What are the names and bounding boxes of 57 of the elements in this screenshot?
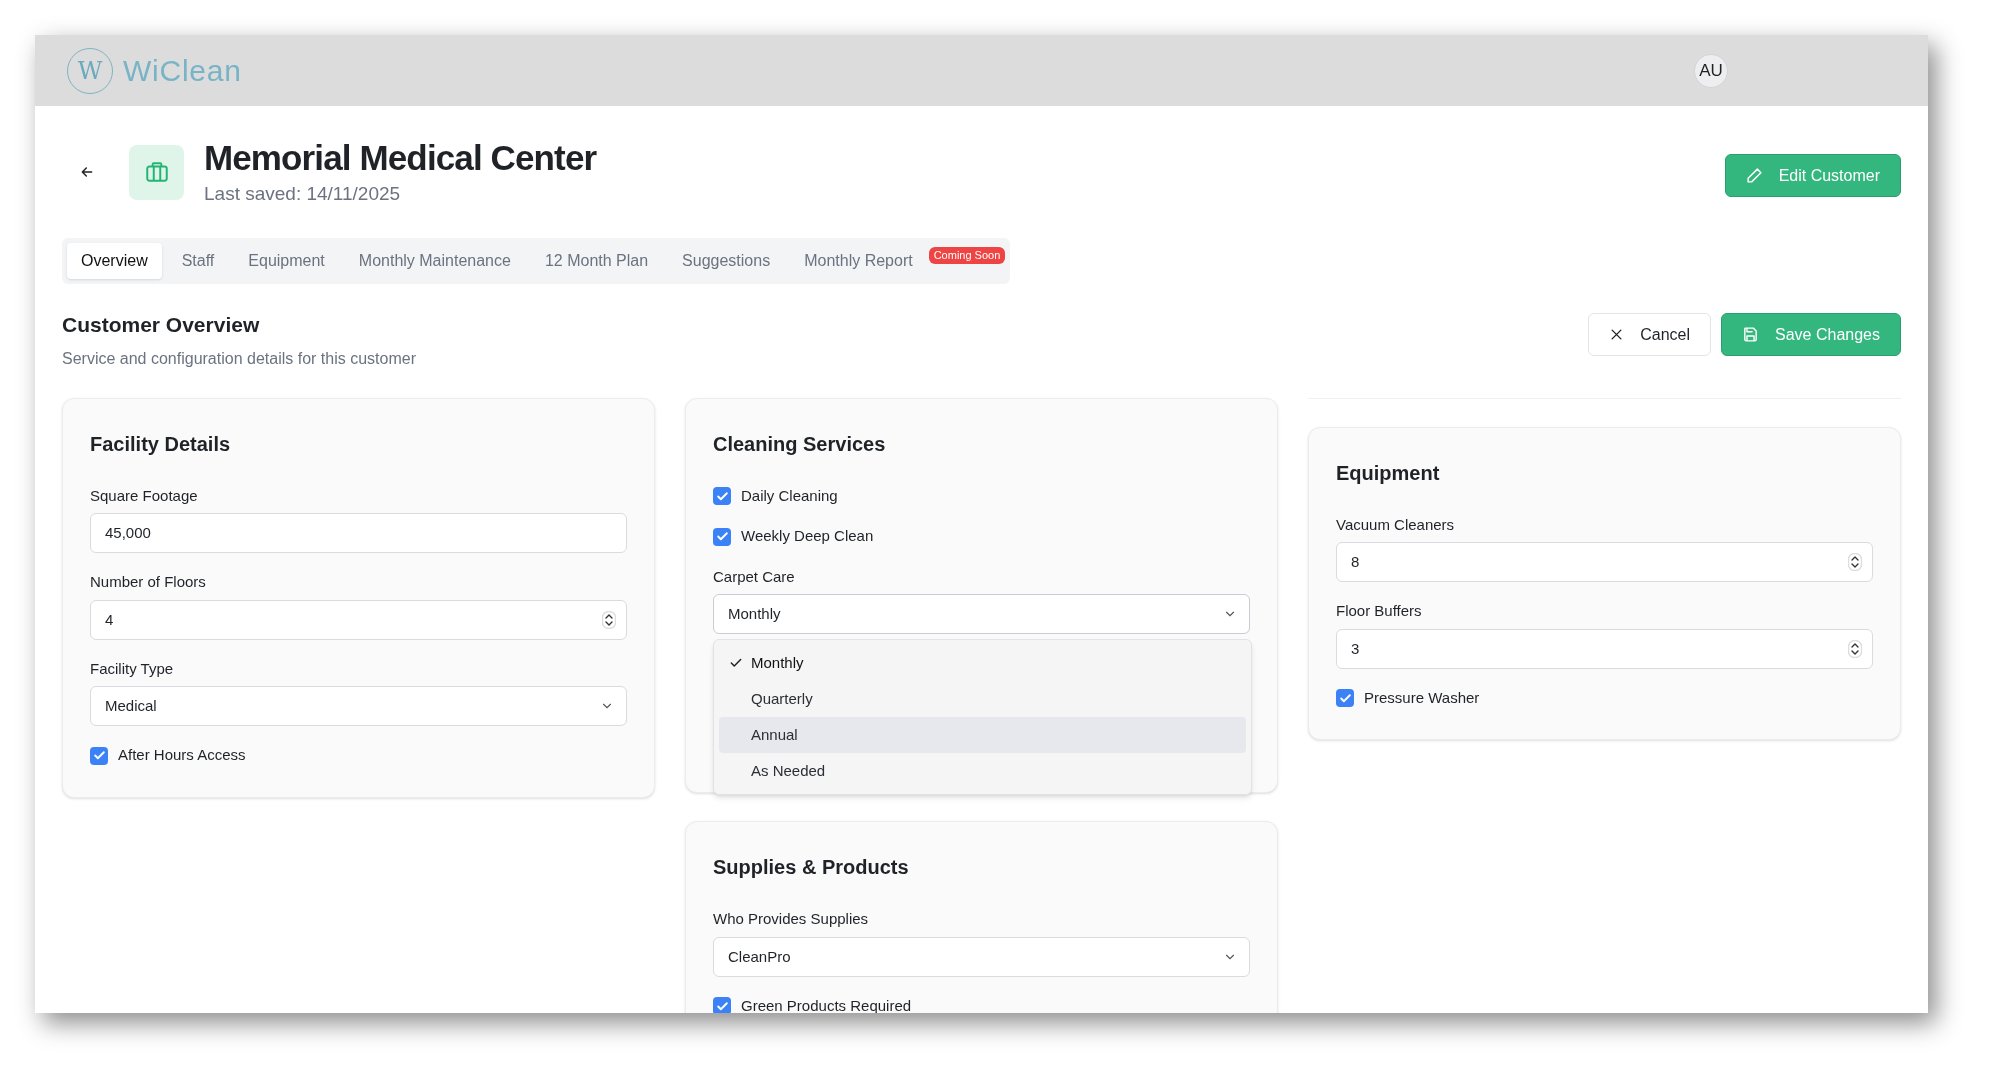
checkbox[interactable] [90, 746, 108, 765]
checkbox-label: Green Products Required [741, 995, 912, 1013]
dropdown-option[interactable]: Annual [719, 717, 1246, 754]
card-title: Supplies & Products [713, 855, 910, 881]
dropdown-option[interactable]: Quarterly [719, 681, 1246, 718]
section-title: Customer Overview [62, 312, 261, 339]
select-field[interactable]: CleanPro [713, 936, 1250, 977]
card-title: Facility Details [90, 431, 232, 457]
checkmark-icon [715, 530, 729, 543]
field-label: Number of Floors [90, 572, 207, 593]
checkbox-label: Pressure Washer [1364, 687, 1480, 708]
field-label: Who Provides Supplies [713, 909, 870, 930]
stepper-icon[interactable] [1848, 639, 1862, 658]
input-field[interactable]: 45,000 [90, 513, 627, 554]
field-label: Floor Buffers [1336, 601, 1423, 622]
tab[interactable]: 12 Month Plan [530, 243, 663, 280]
checkbox-label: Weekly Deep Clean [741, 526, 874, 547]
checkbox-label: Daily Cleaning [741, 485, 838, 506]
tab[interactable]: Equipment [234, 243, 339, 280]
number-field[interactable]: 8 [1336, 542, 1873, 583]
select-field[interactable]: Monthly [713, 594, 1250, 635]
cancel-button[interactable]: Cancel [1588, 313, 1712, 357]
last-saved: Last saved: 14/11/2025 [204, 181, 402, 206]
coming-soon-badge: Coming Soon [928, 247, 1006, 265]
checkbox[interactable] [713, 997, 731, 1013]
checkbox[interactable] [1336, 689, 1354, 707]
pencil-icon [1745, 167, 1763, 184]
checkbox[interactable] [713, 487, 731, 505]
select-field[interactable]: Medical [90, 686, 627, 727]
checkmark-icon [92, 749, 106, 762]
field-label: Square Footage [90, 485, 199, 506]
stepper-icon[interactable] [602, 610, 616, 629]
number-field[interactable]: 4 [90, 599, 627, 640]
field-label: Vacuum Cleaners [1336, 514, 1456, 535]
checkbox[interactable] [713, 527, 731, 546]
stepper-icon[interactable] [1848, 553, 1862, 572]
card-title: Equipment [1336, 460, 1441, 486]
dropdown-option[interactable]: Monthly [719, 645, 1246, 682]
avatar[interactable]: AU [1694, 53, 1728, 88]
tab[interactable]: Monthly Report [790, 243, 927, 280]
customer-name: Memorial Medical Center [204, 137, 597, 179]
tab[interactable]: Monthly Maintenance [344, 243, 525, 280]
save-icon [1742, 326, 1760, 344]
dropdown-option[interactable]: As Needed [719, 753, 1246, 790]
number-field[interactable]: 3 [1336, 628, 1873, 669]
checkmark-icon [1338, 691, 1352, 705]
tab[interactable]: Suggestions [668, 243, 785, 280]
field-label: Carpet Care [713, 566, 796, 587]
checkbox-label: After Hours Access [118, 745, 246, 766]
checkmark-icon [715, 999, 729, 1013]
tab[interactable]: Overview [67, 243, 162, 280]
field-label: Facility Type [90, 658, 175, 679]
logo-text: WiClean [123, 53, 242, 89]
checkmark-icon [715, 489, 729, 503]
section-subtitle: Service and configuration details for this customer [62, 348, 416, 369]
card-title: Cleaning Services [713, 431, 887, 457]
tab[interactable]: Staff [167, 243, 229, 280]
